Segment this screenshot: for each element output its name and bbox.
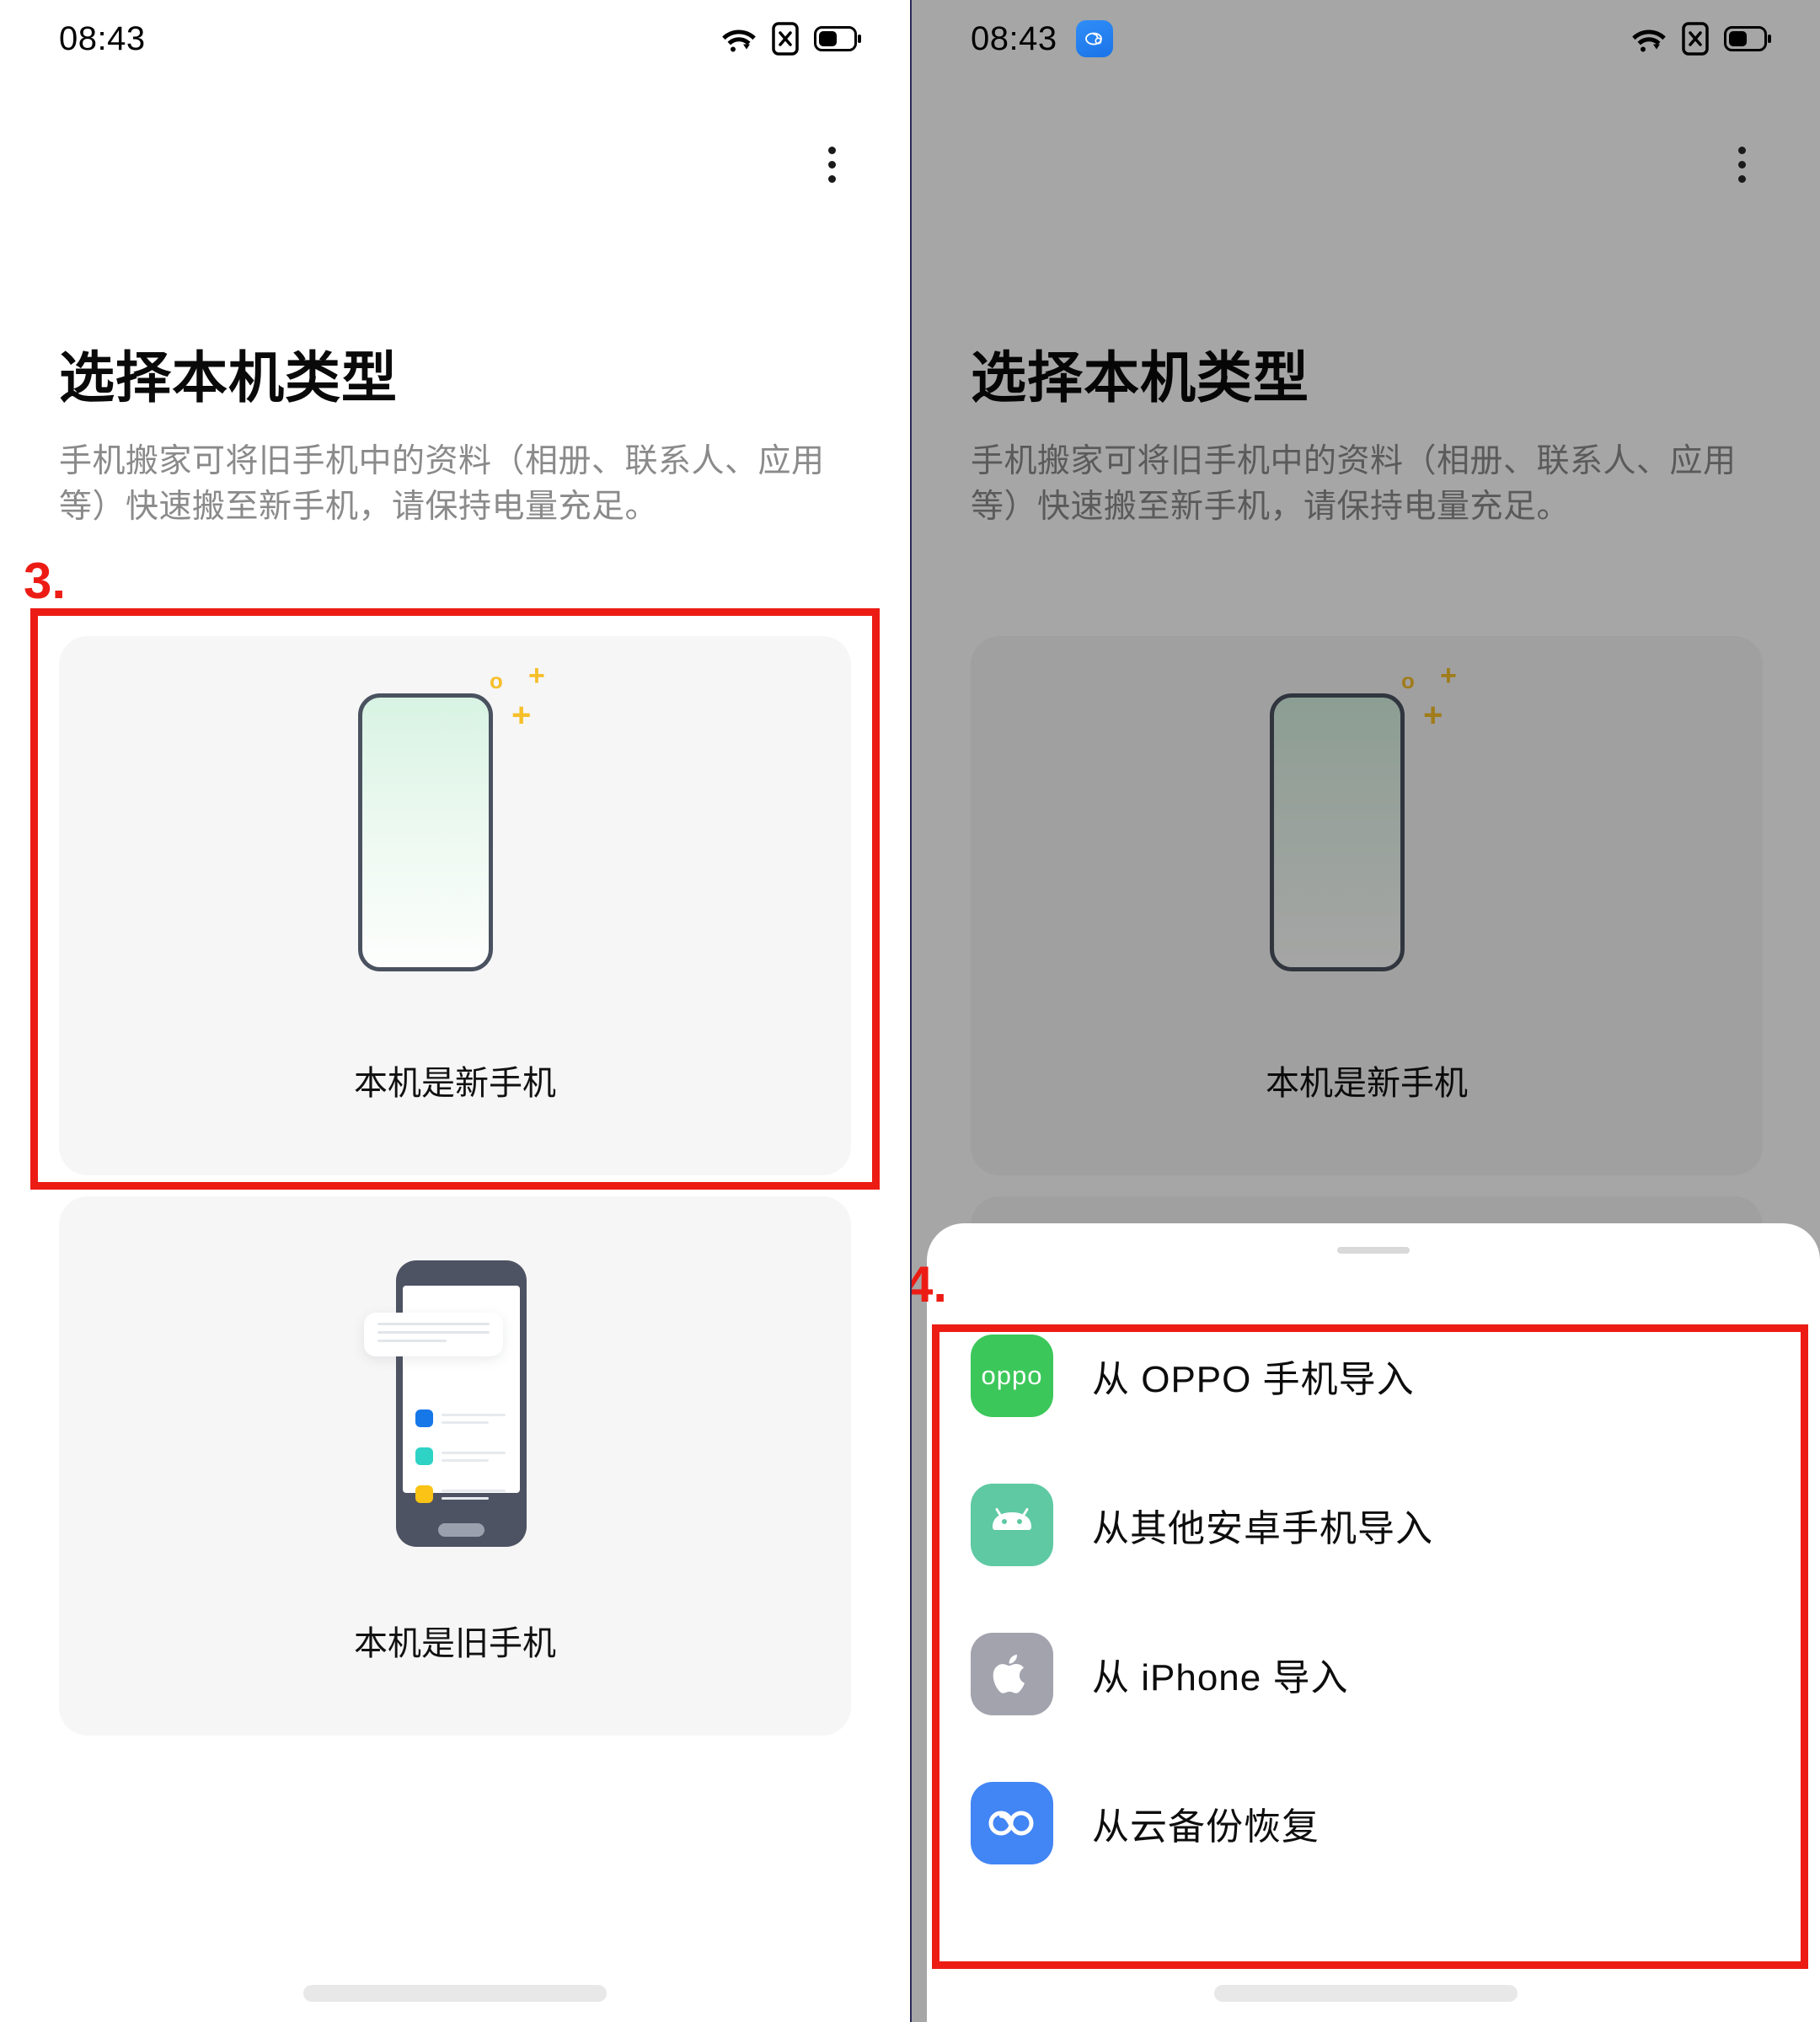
sparkle-circle-icon: o <box>1401 668 1415 693</box>
new-phone-illustration: o + + <box>59 661 851 1030</box>
sparkle-circle-icon: o <box>490 668 503 693</box>
menu-dot <box>827 146 836 154</box>
card-label: 本机是旧手机 <box>354 1625 556 1662</box>
old-phone-illustration <box>59 1230 851 1584</box>
right-phone-screen: 选择本机类型 手机搬家可将旧手机中的资料（相册、联系人、应用等）快速搬至新手机，… <box>910 0 1820 2022</box>
menu-dot <box>827 160 836 168</box>
battery-icon <box>1724 26 1771 51</box>
app-square-teal-icon <box>415 1447 433 1465</box>
page-title: 选择本机类型 <box>971 346 1309 409</box>
list-item <box>415 1447 506 1465</box>
oppo-logo-icon: oppo <box>971 1334 1053 1417</box>
no-sim-icon <box>772 22 799 56</box>
new-phone-illustration: o + + <box>971 661 1763 1030</box>
option-label: 从其他安卓手机导入 <box>1092 1507 1433 1549</box>
status-bar: 08:43 <box>0 0 910 78</box>
status-bar-right <box>721 22 861 56</box>
annotation-number-4: 4. <box>912 1256 948 1313</box>
menu-dot <box>1737 146 1746 154</box>
option-label: 从 iPhone 导入 <box>1092 1656 1349 1698</box>
list-item <box>415 1410 506 1427</box>
status-bar: 08:43 <box>912 0 1820 78</box>
old-phone-home-button <box>438 1523 484 1537</box>
option-import-from-other-android[interactable]: 从其他安卓手机导入 <box>927 1450 1820 1599</box>
list-item <box>415 1485 506 1503</box>
card-this-is-new-phone[interactable]: o + + 本机是新手机 <box>59 636 851 1175</box>
message-bubble-icon <box>364 1313 503 1356</box>
page-description: 手机搬家可将旧手机中的资料（相册、联系人、应用等）快速搬至新手机，请保持电量充足… <box>971 443 1737 525</box>
battery-icon <box>814 26 861 51</box>
annotation-number-3: 3. <box>24 553 67 609</box>
sparkle-plus-small-icon: + <box>1440 660 1457 692</box>
app-square-blue-icon <box>415 1410 433 1427</box>
page-title: 选择本机类型 <box>59 346 398 409</box>
menu-dot <box>827 174 836 183</box>
status-bar-left: 08:43 <box>59 20 146 58</box>
wifi-icon <box>1631 24 1667 53</box>
status-bar-clock: 08:43 <box>59 19 146 57</box>
import-options-list: oppo 从 OPPO 手机导入 从其他安卓手机导入 从 iPhone 导入 从… <box>927 1301 1820 1897</box>
option-label: 从 OPPO 手机导入 <box>1092 1358 1415 1400</box>
home-indicator <box>303 1985 607 2002</box>
sparkle-plus-small-icon: + <box>528 660 545 692</box>
sparkle-plus-large-icon: + <box>511 697 532 734</box>
drag-handle[interactable] <box>1337 1247 1410 1254</box>
no-sim-icon <box>1682 22 1709 56</box>
card-label: 本机是新手机 <box>354 1065 556 1102</box>
menu-dot <box>1737 174 1746 183</box>
status-bar-left: 08:43 <box>971 20 1113 58</box>
option-restore-from-cloud-backup[interactable]: 从云备份恢复 <box>927 1748 1820 1897</box>
home-indicator <box>1214 1985 1518 2002</box>
left-phone-screen: 08:43 选择本机类型 手机搬家可将旧手机中的资料（相册、联系人、应用等）快速… <box>0 0 910 2022</box>
wifi-icon <box>721 24 757 53</box>
old-phone-body <box>396 1260 527 1547</box>
phone-clone-app-icon <box>1075 20 1113 57</box>
option-import-from-oppo[interactable]: oppo 从 OPPO 手机导入 <box>927 1301 1820 1450</box>
import-source-bottom-sheet: oppo 从 OPPO 手机导入 从其他安卓手机导入 从 iPhone 导入 从… <box>927 1223 1820 2022</box>
apple-logo-icon <box>971 1632 1053 1715</box>
new-phone-shape <box>358 693 493 971</box>
more-options-icon[interactable] <box>1712 135 1771 194</box>
page-description: 手机搬家可将旧手机中的资料（相册、联系人、应用等）快速搬至新手机，请保持电量充足… <box>59 443 825 525</box>
sparkle-plus-large-icon: + <box>1423 697 1443 734</box>
status-bar-clock: 08:43 <box>971 19 1057 57</box>
status-bar-right <box>1631 22 1771 56</box>
option-label: 从云备份恢复 <box>1092 1805 1320 1848</box>
cloud-backup-icon <box>971 1781 1053 1864</box>
app-square-yellow-icon <box>415 1485 433 1503</box>
menu-dot <box>1737 160 1746 168</box>
new-phone-shape <box>1270 693 1405 971</box>
card-this-is-old-phone[interactable]: 本机是旧手机 <box>59 1196 851 1736</box>
screenshot-pair: 08:43 选择本机类型 手机搬家可将旧手机中的资料（相册、联系人、应用等）快速… <box>0 0 1820 2022</box>
more-options-icon[interactable] <box>802 135 861 194</box>
card-this-is-new-phone[interactable]: o + + 本机是新手机 <box>971 636 1763 1175</box>
option-import-from-iphone[interactable]: 从 iPhone 导入 <box>927 1599 1820 1748</box>
card-label: 本机是新手机 <box>1266 1065 1468 1102</box>
android-robot-icon <box>971 1483 1053 1566</box>
